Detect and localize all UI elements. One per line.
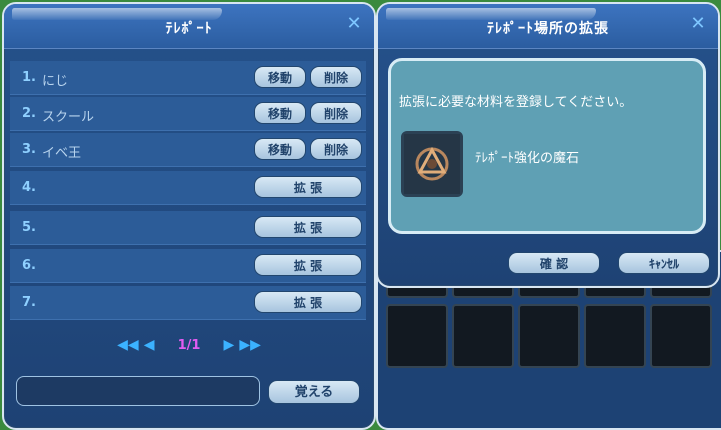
slot-name: イベ王 [42, 146, 82, 161]
slot-number: 1. [22, 70, 36, 85]
item-name: ﾃﾚﾎﾟｰﾄ強化の魔石 [475, 151, 580, 166]
prev-page-icon[interactable]: ◀ [144, 337, 155, 353]
teleport-slot-6[interactable]: 6. 拡 張 [10, 249, 366, 283]
slot-number: 2. [22, 106, 36, 121]
pager: ◀◀ ◀ 1/1 ▶ ▶▶ [4, 334, 374, 354]
first-page-icon[interactable]: ◀◀ [117, 337, 139, 353]
delete-button[interactable]: 削除 [310, 138, 362, 160]
teleport-window: ﾃﾚﾎﾟｰﾄ ✕ 1. にじ 移動 削除 2. スクール 移動 削除 3. イベ… [2, 2, 376, 430]
teleport-slot-7[interactable]: 7. 拡 張 [10, 286, 366, 320]
expand-button[interactable]: 拡 張 [254, 254, 362, 276]
slot-number: 7. [22, 295, 36, 310]
next-page-icon[interactable]: ▶ [224, 337, 235, 353]
slot-number: 6. [22, 258, 36, 273]
magic-stone-icon[interactable] [401, 131, 463, 197]
expand-button[interactable]: 拡 張 [254, 291, 362, 313]
move-button[interactable]: 移動 [254, 102, 306, 124]
expand-button[interactable]: 拡 張 [254, 216, 362, 238]
teleport-slot-4[interactable]: 4. 拡 張 [10, 171, 366, 205]
teleport-slot-5[interactable]: 5. 拡 張 [10, 211, 366, 245]
teleport-slot-2[interactable]: 2. スクール 移動 削除 [10, 97, 366, 131]
expand-button[interactable]: 拡 張 [254, 176, 362, 198]
inventory-slot[interactable] [452, 304, 514, 368]
location-name-input[interactable] [16, 376, 260, 406]
delete-button[interactable]: 削除 [310, 102, 362, 124]
inventory-slot[interactable] [584, 304, 646, 368]
delete-button[interactable]: 削除 [310, 66, 362, 88]
instruction-text: 拡張に必要な材料を登録してください。 [399, 95, 633, 110]
memorize-button[interactable]: 覚える [268, 380, 360, 404]
teleport-slot-3[interactable]: 3. イベ王 移動 削除 [10, 133, 366, 167]
teleport-slot-1[interactable]: 1. にじ 移動 削除 [10, 61, 366, 95]
cancel-button[interactable]: ｷｬﾝｾﾙ [618, 252, 710, 274]
slot-name: にじ [42, 74, 69, 89]
inventory-slot[interactable] [518, 304, 580, 368]
slot-name: スクール [42, 110, 95, 125]
move-button[interactable]: 移動 [254, 138, 306, 160]
close-icon[interactable]: ✕ [688, 14, 708, 34]
window-title: ﾃﾚﾎﾟｰﾄ場所の拡張 [487, 21, 609, 37]
window-title: ﾃﾚﾎﾟｰﾄ [165, 21, 213, 37]
move-button[interactable]: 移動 [254, 66, 306, 88]
teleport-titlebar[interactable]: ﾃﾚﾎﾟｰﾄ ✕ [4, 4, 374, 49]
expand-titlebar[interactable]: ﾃﾚﾎﾟｰﾄ場所の拡張 ✕ [378, 4, 718, 49]
close-icon[interactable]: ✕ [344, 14, 364, 34]
slot-number: 3. [22, 142, 36, 157]
confirm-button[interactable]: 確 認 [508, 252, 600, 274]
expand-window: ﾃﾚﾎﾟｰﾄ場所の拡張 ✕ 拡張に必要な材料を登録してください。 ﾃﾚﾎﾟｰﾄ強… [376, 2, 720, 288]
inventory-grid [382, 274, 718, 402]
material-box: 拡張に必要な材料を登録してください。 ﾃﾚﾎﾟｰﾄ強化の魔石 [388, 58, 706, 234]
inventory-slot[interactable] [650, 304, 712, 368]
page-indicator: 1/1 [177, 338, 201, 353]
inventory-slot[interactable] [386, 304, 448, 368]
last-page-icon[interactable]: ▶▶ [239, 337, 261, 353]
slot-number: 4. [22, 180, 36, 195]
slot-number: 5. [22, 220, 36, 235]
